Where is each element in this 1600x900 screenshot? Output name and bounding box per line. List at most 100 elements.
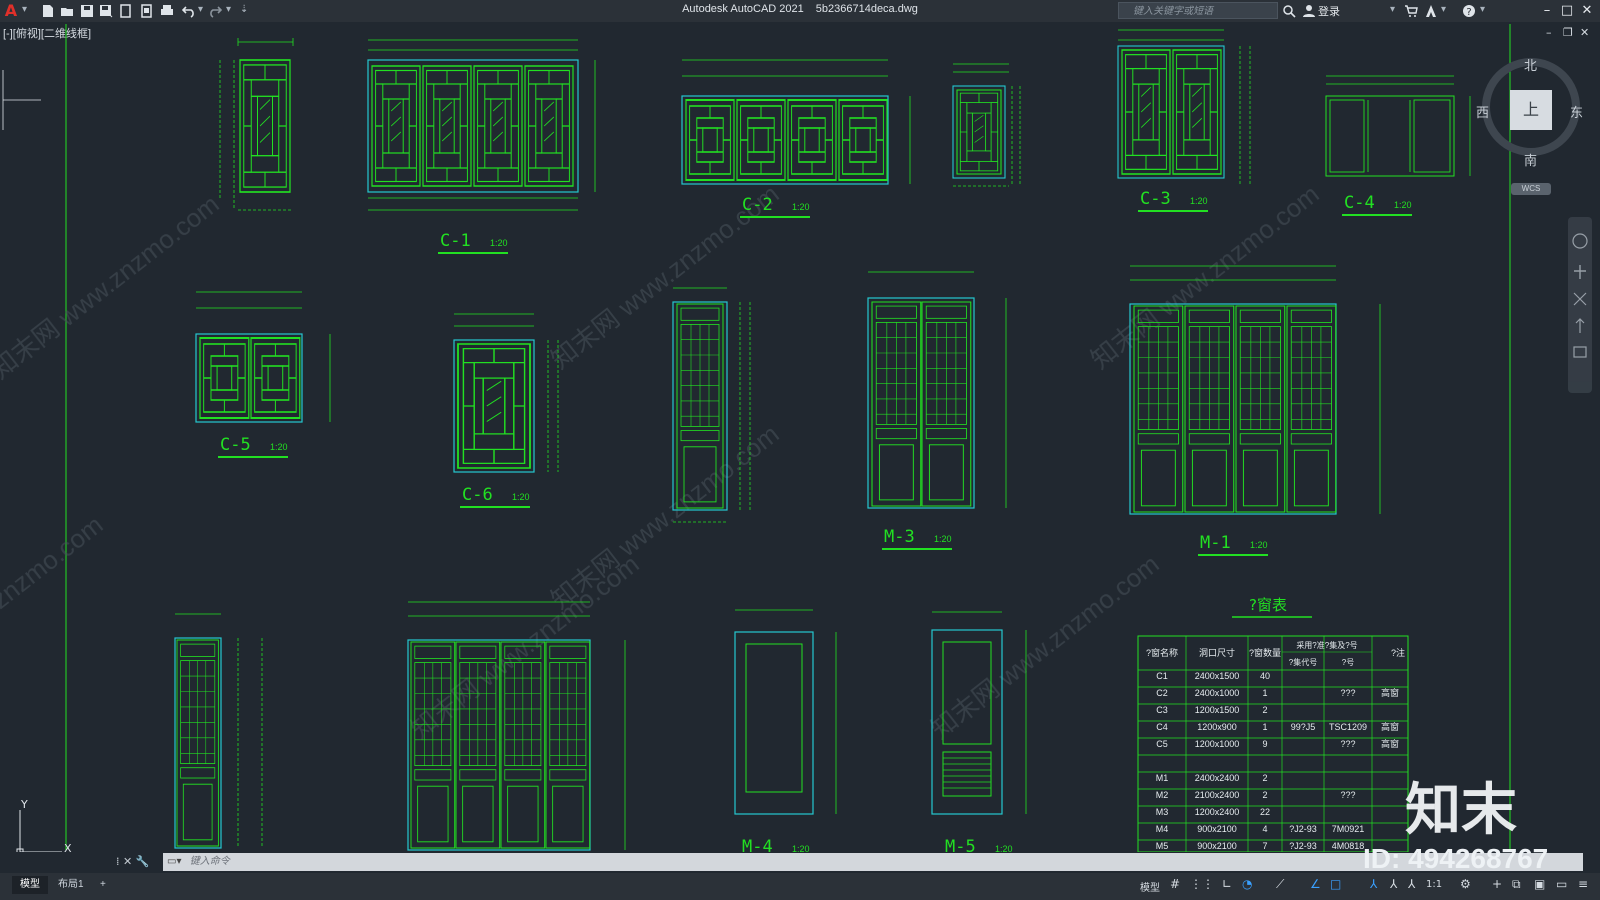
clean-screen-icon[interactable]: ▭ <box>1556 877 1567 891</box>
help-icon[interactable]: ? <box>1462 4 1476 18</box>
undo-caret-icon[interactable]: ▾ <box>198 4 203 15</box>
showmotion-icon[interactable] <box>1573 346 1587 358</box>
schedule-cell: 高窗 <box>1381 721 1399 732</box>
viewcube-north[interactable]: 北 <box>1524 55 1537 74</box>
view-name: C-3 <box>1140 189 1171 209</box>
viewcube-south[interactable]: 南 <box>1524 150 1537 169</box>
new-icon[interactable] <box>41 4 55 18</box>
snap-icon[interactable]: ⋮⋮ <box>1190 877 1214 891</box>
model-space-toggle[interactable]: 模型 <box>1140 879 1160 894</box>
print-icon[interactable] <box>160 4 174 18</box>
save-icon[interactable] <box>80 4 94 18</box>
view-c-3[interactable] <box>1117 29 1251 186</box>
viewcube-east[interactable]: 东 <box>1570 102 1583 121</box>
view-c-1[interactable] <box>367 39 596 211</box>
tab-add[interactable]: + <box>92 876 114 894</box>
object-snap-tracking-icon[interactable]: ∠ <box>1310 877 1321 891</box>
view-title-m-3: M-3 1:20 <box>882 527 952 550</box>
login-button[interactable]: 登录 <box>1318 3 1340 19</box>
view-scale: 1:20 <box>1190 196 1208 206</box>
grid-icon[interactable]: # <box>1170 877 1180 891</box>
user-icon[interactable] <box>1302 4 1316 18</box>
annotation-visibility-icon[interactable]: ⅄ <box>1370 877 1377 891</box>
view-c-6[interactable] <box>453 313 559 473</box>
customize-icon[interactable]: 🔧 <box>136 855 150 868</box>
search-input[interactable]: 键入关键字或短语 <box>1118 2 1278 19</box>
pan-icon[interactable] <box>1574 265 1586 279</box>
schedule-cell: 1200x2400 <box>1195 807 1240 817</box>
view-c-2[interactable] <box>681 59 911 185</box>
schedule-cell: 高窗 <box>1381 738 1399 749</box>
app-menu-caret-icon[interactable]: ▾ <box>22 4 27 15</box>
zoom-icon[interactable] <box>1573 292 1587 306</box>
undo-icon[interactable] <box>182 4 196 18</box>
viewcube-top-face[interactable]: 上 <box>1510 90 1552 130</box>
help-caret-icon[interactable]: ▾ <box>1480 4 1485 15</box>
view-name: M-4 <box>742 837 773 852</box>
a360-icon[interactable] <box>1424 4 1438 18</box>
ortho-icon[interactable]: ∟ <box>1222 877 1232 891</box>
schedule-cell: 2400x1000 <box>1195 688 1240 698</box>
polar-tracking-icon[interactable]: ◔ <box>1242 877 1252 891</box>
minimize-button[interactable]: – <box>1538 2 1556 20</box>
orbit-icon[interactable] <box>1575 318 1585 333</box>
view-name: M-1 <box>1200 533 1231 553</box>
view-door-tall-2[interactable] <box>174 613 263 849</box>
schedule-cell: ??? <box>1340 790 1355 800</box>
plot-icon[interactable] <box>139 4 153 18</box>
tab-layout1[interactable]: 布局1 <box>50 876 92 894</box>
tab-model[interactable]: 模型 <box>12 876 48 894</box>
navigation-bar[interactable] <box>1568 217 1592 393</box>
view-scale: 1:20 <box>995 844 1013 852</box>
view-c-small-2[interactable] <box>952 63 1021 187</box>
publish-icon[interactable] <box>119 4 133 18</box>
drawing-canvas[interactable]: 知末网 www.znzmo.com znzmo.com 知末网 www.znzm… <box>0 22 1600 852</box>
redo-icon[interactable] <box>208 4 222 18</box>
view-c-small-1[interactable] <box>219 38 294 211</box>
schedule-cell: 1 <box>1262 722 1267 732</box>
command-line-tools[interactable]: ⁞ ✕ 🔧 <box>116 855 149 868</box>
drag-handle-icon[interactable]: ⁞ <box>116 855 120 868</box>
svg-text:Y: Y <box>20 798 28 811</box>
workspace-gear-icon[interactable]: ⚙ <box>1460 877 1471 891</box>
schedule-cell: ?J2-93 <box>1289 841 1317 851</box>
viewcube-west[interactable]: 西 <box>1476 102 1489 121</box>
close-commandline-icon[interactable]: ✕ <box>123 855 132 868</box>
login-caret-icon[interactable]: ▾ <box>1390 4 1395 15</box>
customize-caret-icon[interactable]: ⇣ <box>240 4 248 15</box>
quick-properties-icon[interactable]: ▣ <box>1534 877 1545 891</box>
autocad-logo-icon[interactable]: A <box>2 1 20 21</box>
wcs-menu-button[interactable]: WCS <box>1511 183 1551 195</box>
annotation-monitor-icon[interactable]: + <box>1492 877 1502 891</box>
view-m-3[interactable] <box>867 271 1007 509</box>
watermark-text: 知末网 www.znzmo.com znzmo.com 知末网 www.znzm… <box>0 179 1325 745</box>
schedule-cell: M4 <box>1156 824 1169 834</box>
status-bar: 模型 布局1 + 模型 # ⋮⋮ ∟ ◔ ⟋ ∠ □ ⅄ ⅄ ⅄ 1:1 ⚙ +… <box>0 873 1600 900</box>
door-window-schedule[interactable]: ?窗表 ?窗名称 洞口尺寸 ?窗数量 采用?准?集及?号 ?注 ?集代号 ?号 C1 2400x… <box>1137 596 1409 852</box>
view-name: C-2 <box>742 195 773 215</box>
view-c-4[interactable] <box>1325 75 1471 177</box>
view-m-4[interactable] <box>734 609 837 815</box>
autoscale-icon[interactable]: ⅄ <box>1390 877 1397 891</box>
view-title-m-4: M-4 1:20 <box>742 837 810 852</box>
schedule-cell: 7 <box>1262 841 1267 851</box>
steering-wheel-icon[interactable] <box>1572 233 1588 249</box>
maximize-button[interactable]: □ <box>1558 2 1576 20</box>
recent-commands-icon[interactable]: ▭▾ <box>163 853 187 871</box>
search-icon[interactable] <box>1282 4 1296 18</box>
units-icon[interactable]: ⧉ <box>1512 877 1521 892</box>
object-snap-icon[interactable]: □ <box>1330 877 1341 891</box>
close-button[interactable]: ✕ <box>1578 2 1596 20</box>
view-scale: 1:20 <box>490 238 508 248</box>
view-c-5[interactable] <box>195 291 331 423</box>
open-icon[interactable] <box>60 4 74 18</box>
annotation-scale-icon[interactable]: ⅄ <box>1408 877 1415 891</box>
a360-caret-icon[interactable]: ▾ <box>1441 4 1446 15</box>
customization-menu-icon[interactable]: ≡ <box>1578 877 1588 891</box>
cart-icon[interactable] <box>1404 4 1418 18</box>
isodraft-icon[interactable]: ⟋ <box>1276 877 1284 892</box>
redo-caret-icon[interactable]: ▾ <box>226 4 231 15</box>
saveas-icon[interactable] <box>99 4 113 18</box>
annotation-scale-value[interactable]: 1:1 <box>1426 879 1442 890</box>
svg-text:知末网 www.znzmo.com: 知末网 www.znzmo.com <box>1085 179 1324 375</box>
